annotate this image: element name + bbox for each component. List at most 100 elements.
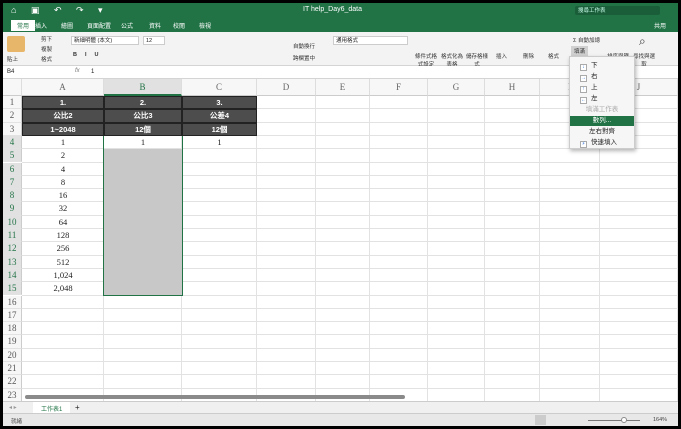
cell-A5[interactable]: 2	[22, 149, 104, 162]
tab-3[interactable]: 頁面配置	[87, 21, 111, 30]
cell-A9[interactable]: 32	[22, 202, 104, 215]
zoom-slider[interactable]	[588, 420, 640, 421]
column-header-D[interactable]: D	[257, 79, 316, 96]
row-header-22[interactable]: 22	[3, 375, 22, 389]
number-format-select[interactable]: 通用格式	[333, 36, 408, 45]
header-cell[interactable]: 3.	[182, 96, 257, 110]
header-cell[interactable]: 公比3	[104, 109, 182, 123]
tab-6[interactable]: 校閱	[173, 21, 185, 30]
header-cell[interactable]: 12個	[182, 122, 257, 136]
formula-input[interactable]: 1	[91, 69, 94, 75]
add-sheet-button[interactable]: +	[75, 403, 80, 412]
row-header-21[interactable]: 21	[3, 362, 22, 376]
quick-access-toolbar[interactable]: ⌂ ▣ ↶ ↷ ▾	[11, 5, 109, 16]
selection-border[interactable]	[103, 134, 183, 297]
normal-view-icon[interactable]	[535, 415, 546, 425]
paste-icon[interactable]	[7, 36, 25, 52]
fill-0[interactable]: ↓ 下	[570, 61, 634, 71]
fill-1[interactable]: → 右	[570, 72, 634, 82]
cell-A11[interactable]: 128	[22, 229, 104, 242]
cell-A10[interactable]: 64	[22, 216, 104, 229]
sheet-tab[interactable]: 工作表1	[33, 402, 71, 413]
header-cell[interactable]: 1~2048	[22, 122, 104, 136]
font-size-select[interactable]: 12	[143, 36, 165, 45]
row-header-2[interactable]: 2	[3, 109, 22, 123]
tab-7[interactable]: 檢視	[199, 21, 211, 30]
header-cell[interactable]: 公比2	[22, 109, 104, 123]
fill-series[interactable]: 數列...	[570, 116, 634, 126]
fill-justify[interactable]: 左右對齊	[570, 127, 634, 137]
cut-button[interactable]: 剪下	[41, 35, 52, 43]
row-header-8[interactable]: 8	[3, 189, 22, 203]
copy-button[interactable]: 複製	[41, 45, 52, 53]
row-header-11[interactable]: 11	[3, 229, 22, 243]
insert-button[interactable]: 插入	[496, 52, 507, 60]
row-header-4[interactable]: 4	[3, 135, 22, 150]
row-header-15[interactable]: 15	[3, 282, 22, 296]
column-header-E[interactable]: E	[316, 79, 370, 96]
wrap-text-button[interactable]: 自動換行	[293, 42, 315, 50]
column-header-C[interactable]: C	[182, 79, 257, 96]
font-name-select[interactable]: 新細明體 (本文)	[71, 36, 139, 45]
cell-A6[interactable]: 4	[22, 163, 104, 176]
fill-across-sheets[interactable]: 填滿工作表	[570, 105, 634, 115]
row-header-6[interactable]: 6	[3, 162, 22, 176]
column-header-G[interactable]: G	[428, 79, 485, 96]
cell-B4[interactable]: 1	[104, 136, 182, 149]
header-cell[interactable]: 2.	[104, 96, 182, 110]
sheet-nav-arrows[interactable]: ◂ ▸	[9, 404, 17, 411]
merge-center-button[interactable]: 跨欄置中	[293, 54, 315, 62]
delete-button[interactable]: 刪除	[523, 52, 534, 60]
row-header-12[interactable]: 12	[3, 242, 22, 256]
column-header-F[interactable]: F	[370, 79, 428, 96]
paste-button[interactable]: 貼上	[7, 55, 18, 63]
cell-C4[interactable]: 1	[182, 136, 257, 149]
tab-0[interactable]: 常用	[11, 20, 36, 31]
row-header-10[interactable]: 10	[3, 215, 22, 229]
column-header-A[interactable]: A	[22, 79, 104, 96]
find-icon[interactable]: ⌕	[639, 34, 646, 49]
column-header-H[interactable]: H	[485, 79, 540, 96]
select-all-corner[interactable]	[3, 79, 22, 96]
column-header-B[interactable]: B	[104, 79, 182, 96]
search-sheet-input[interactable]: 搜尋工作表	[575, 6, 660, 15]
tab-5[interactable]: 資料	[149, 21, 161, 30]
autosum-button[interactable]: Σ 自動加總	[573, 36, 600, 44]
row-header-13[interactable]: 13	[3, 255, 22, 269]
cell-A14[interactable]: 1,024	[22, 269, 104, 282]
fill-2[interactable]: ↑ 上	[570, 83, 634, 93]
row-header-5[interactable]: 5	[3, 149, 22, 163]
tab-2[interactable]: 繪圖	[61, 21, 73, 30]
zoom-slider-thumb[interactable]	[621, 417, 627, 423]
header-cell[interactable]: 公差4	[182, 109, 257, 123]
row-header-1[interactable]: 1	[3, 96, 22, 110]
format-painter-button[interactable]: 格式	[41, 55, 52, 63]
row-header-16[interactable]: 16	[3, 295, 22, 309]
row-header-20[interactable]: 20	[3, 348, 22, 362]
share-button[interactable]: 共用	[654, 21, 666, 30]
header-cell[interactable]: 12個	[104, 122, 182, 136]
tab-4[interactable]: 公式	[121, 21, 133, 30]
row-header-9[interactable]: 9	[3, 202, 22, 216]
row-header-23[interactable]: 23	[3, 388, 22, 402]
row-header-19[interactable]: 19	[3, 335, 22, 349]
header-cell[interactable]: 1.	[22, 96, 104, 110]
cell-A7[interactable]: 8	[22, 176, 104, 189]
name-box[interactable]: B4	[7, 69, 14, 75]
horizontal-scrollbar[interactable]	[25, 395, 405, 399]
flash-fill[interactable]: ⚡ 快速填入	[570, 138, 634, 148]
row-header-14[interactable]: 14	[3, 268, 22, 283]
row-header-7[interactable]: 7	[3, 175, 22, 190]
cell-A8[interactable]: 16	[22, 189, 104, 202]
bold-italic-underline-buttons[interactable]: BIU	[73, 52, 106, 58]
cell-A13[interactable]: 512	[22, 256, 104, 269]
row-header-17[interactable]: 17	[3, 308, 22, 323]
cell-A15[interactable]: 2,048	[22, 282, 104, 295]
fill-3[interactable]: ← 左	[570, 94, 634, 104]
tab-1[interactable]: 插入	[35, 21, 47, 30]
fill-button[interactable]: 填滿	[571, 46, 589, 56]
fx-icon[interactable]: fx	[75, 68, 80, 74]
cell-A4[interactable]: 1	[22, 136, 104, 149]
format-button[interactable]: 格式	[548, 52, 559, 60]
cell-A12[interactable]: 256	[22, 242, 104, 255]
